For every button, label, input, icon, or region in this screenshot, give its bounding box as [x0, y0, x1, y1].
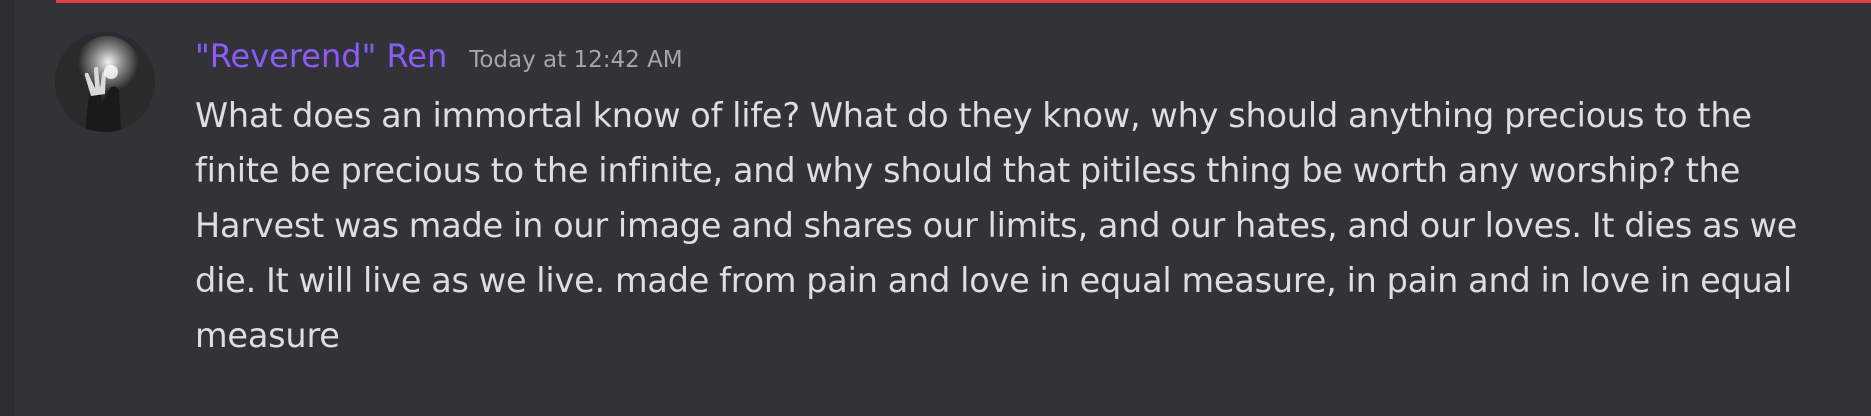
message-content: What does an immortal know of life? What… [195, 96, 1798, 355]
message-author-name[interactable]: "Reverend" Ren [195, 34, 447, 78]
message-header: "Reverend" Ren Today at 12:42 AM [195, 34, 683, 78]
user-avatar-icon [55, 32, 155, 132]
message-timestamp[interactable]: Today at 12:42 AM [469, 38, 682, 82]
chat-message: "Reverend" Ren Today at 12:42 AM What do… [0, 0, 1871, 416]
user-avatar[interactable] [55, 32, 155, 132]
